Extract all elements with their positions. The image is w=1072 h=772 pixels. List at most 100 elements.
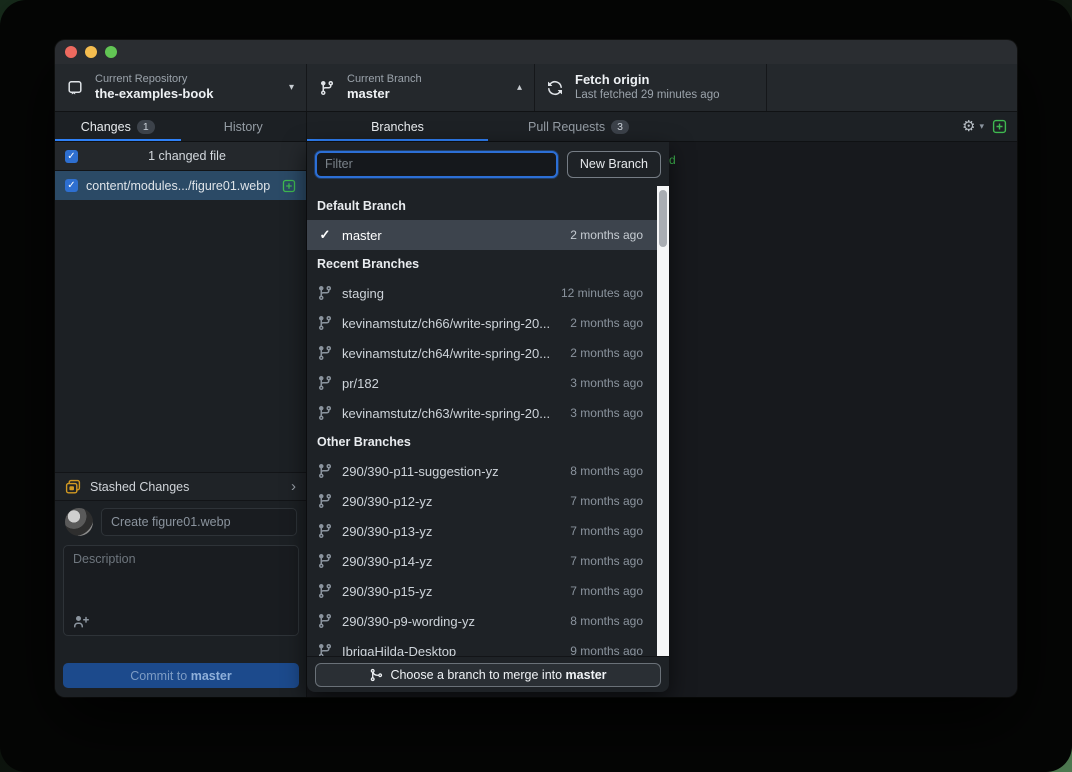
- branch-name: 290/390-p15-yz: [342, 584, 561, 599]
- git-branch-icon: [317, 405, 333, 421]
- toolbar: Current Repository the-examples-book ▾ C…: [55, 64, 1017, 112]
- branch-row[interactable]: 290/390-p15-yz 7 months ago: [307, 576, 669, 606]
- branch-name: kevinamstutz/ch64/write-spring-20...: [342, 346, 561, 361]
- branch-name: IbrigaHilda-Desktop: [342, 644, 561, 657]
- changed-file-row[interactable]: ✓ content/modules.../figure01.webp: [55, 171, 306, 200]
- branch-row[interactable]: 290/390-p13-yz7 months ago: [307, 516, 669, 546]
- branch-row[interactable]: IbrigaHilda-Desktop9 months ago: [307, 636, 669, 656]
- git-branch-icon: [317, 463, 333, 479]
- branch-filter-input[interactable]: [315, 151, 558, 178]
- close-window-button[interactable]: [65, 46, 77, 58]
- changes-sidebar: ✓ 1 changed file ✓ content/modules.../fi…: [55, 142, 307, 697]
- branch-list-scrollbar[interactable]: [657, 186, 669, 656]
- select-all-checkbox[interactable]: ✓: [65, 150, 78, 163]
- branch-time: 3 months ago: [570, 406, 643, 420]
- branch-row[interactable]: kevinamstutz/ch64/write-spring-20... 2 mo…: [307, 338, 669, 368]
- commit-summary-input[interactable]: [101, 508, 297, 536]
- diff-added-icon[interactable]: [992, 119, 1007, 134]
- branch-name: pr/182: [342, 376, 561, 391]
- choose-merge-branch-button[interactable]: Choose a branch to merge into master: [315, 663, 661, 687]
- tab-history-label: History: [224, 120, 263, 134]
- branch-name: staging: [342, 286, 552, 301]
- diff-stray-text: d: [669, 153, 676, 167]
- changed-files-header: ✓ 1 changed file: [55, 142, 306, 171]
- diff-header: ⚙ ▾: [669, 112, 1017, 141]
- git-branch-icon: [317, 345, 333, 361]
- branch-row[interactable]: 290/390-p12-yz7 months ago: [307, 486, 669, 516]
- fetch-origin-subtitle: Last fetched 29 minutes ago: [575, 88, 720, 102]
- titlebar: [55, 40, 1017, 64]
- scrollbar-thumb[interactable]: [659, 190, 667, 247]
- new-branch-button[interactable]: New Branch: [567, 151, 661, 178]
- repository-icon: [67, 80, 83, 96]
- file-added-status-icon: [282, 179, 296, 193]
- tab-strip: Changes 1 History Branches Pull Requests…: [55, 112, 1017, 142]
- branch-name: 290/390-p9-wording-yz: [342, 614, 561, 629]
- merge-button-branch: master: [566, 668, 607, 682]
- branch-time: 2 months ago: [570, 346, 643, 360]
- branch-time: 7 months ago: [570, 554, 643, 568]
- add-coauthor-icon[interactable]: [73, 613, 89, 629]
- git-branch-icon: [317, 523, 333, 539]
- branch-row[interactable]: 290/390-p9-wording-yz8 months ago: [307, 606, 669, 636]
- branch-time: 3 months ago: [570, 376, 643, 390]
- git-merge-icon: [369, 668, 383, 682]
- git-branch-icon: [317, 553, 333, 569]
- tab-history[interactable]: History: [181, 112, 307, 141]
- commit-button[interactable]: Commit to master: [63, 663, 299, 688]
- git-branch-icon: [317, 493, 333, 509]
- git-branch-icon: [317, 583, 333, 599]
- changed-files-count: 1 changed file: [78, 149, 296, 163]
- branch-group-header: Default Branch: [307, 192, 669, 220]
- tab-branches[interactable]: Branches: [307, 112, 488, 141]
- github-desktop-window: Current Repository the-examples-book ▾ C…: [55, 40, 1017, 697]
- current-branch-value: master: [347, 86, 422, 102]
- tab-branches-label: Branches: [371, 120, 424, 134]
- stashed-changes-row[interactable]: Stashed Changes ›: [55, 472, 306, 501]
- git-branch-icon: [319, 80, 335, 96]
- branch-time: 2 months ago: [570, 316, 643, 330]
- toolbar-spacer: [767, 64, 1017, 111]
- git-branch-icon: [317, 375, 333, 391]
- branch-row[interactable]: staging12 minutes ago: [307, 278, 669, 308]
- tab-changes[interactable]: Changes 1: [55, 112, 181, 141]
- current-branch-button[interactable]: Current Branch master ▴: [307, 64, 535, 111]
- fetch-origin-button[interactable]: Fetch origin Last fetched 29 minutes ago: [535, 64, 767, 111]
- minimize-window-button[interactable]: [85, 46, 97, 58]
- branch-name: 290/390-p11-suggestion-yz: [342, 464, 561, 479]
- stash-icon: [65, 479, 81, 495]
- merge-button-prefix: Choose a branch to merge into: [390, 668, 565, 682]
- branch-name: 290/390-p14-yz: [342, 554, 561, 569]
- branch-row[interactable]: pr/182 3 months ago: [307, 368, 669, 398]
- branch-row[interactable]: kevinamstutz/ch66/write-spring-20... 2 mo…: [307, 308, 669, 338]
- tab-pull-requests[interactable]: Pull Requests 3: [488, 112, 669, 141]
- sync-icon: [547, 80, 563, 96]
- branch-group-header: Other Branches: [307, 428, 669, 456]
- zoom-window-button[interactable]: [105, 46, 117, 58]
- branch-name: kevinamstutz/ch66/write-spring-20...: [342, 316, 561, 331]
- branch-row[interactable]: 290/390-p14-yz 7 months ago: [307, 546, 669, 576]
- current-repository-button[interactable]: Current Repository the-examples-book ▾: [55, 64, 307, 111]
- branch-time: 7 months ago: [570, 584, 643, 598]
- merge-bar: Choose a branch to merge into master: [307, 656, 669, 692]
- branch-time: 2 months ago: [570, 228, 643, 242]
- content-area: d ✓ 1 changed file ✓ content/modules.../…: [55, 142, 1017, 697]
- gear-icon[interactable]: ⚙: [962, 119, 975, 134]
- branch-row[interactable]: ✓master2 months ago: [307, 220, 669, 250]
- current-repository-value: the-examples-book: [95, 86, 213, 102]
- branch-time: 7 months ago: [570, 524, 643, 538]
- branch-name: master: [342, 228, 561, 243]
- sidebar-tabs: Changes 1 History: [55, 112, 307, 141]
- branch-time: 8 months ago: [570, 464, 643, 478]
- current-branch-label: Current Branch: [347, 73, 422, 87]
- file-checkbox[interactable]: ✓: [65, 179, 78, 192]
- user-avatar: [65, 508, 93, 536]
- pull-requests-count-badge: 3: [611, 120, 629, 134]
- branch-row[interactable]: 290/390-p11-suggestion-yz 8 months ago: [307, 456, 669, 486]
- gear-chevron-down-icon[interactable]: ▾: [979, 121, 984, 132]
- chevron-up-icon: ▴: [503, 82, 522, 93]
- branch-row[interactable]: kevinamstutz/ch63/write-spring-20...3 mo…: [307, 398, 669, 428]
- commit-description-input[interactable]: [64, 546, 298, 614]
- file-path: content/modules.../figure01.webp: [86, 179, 274, 193]
- branch-group-header: Recent Branches: [307, 250, 669, 278]
